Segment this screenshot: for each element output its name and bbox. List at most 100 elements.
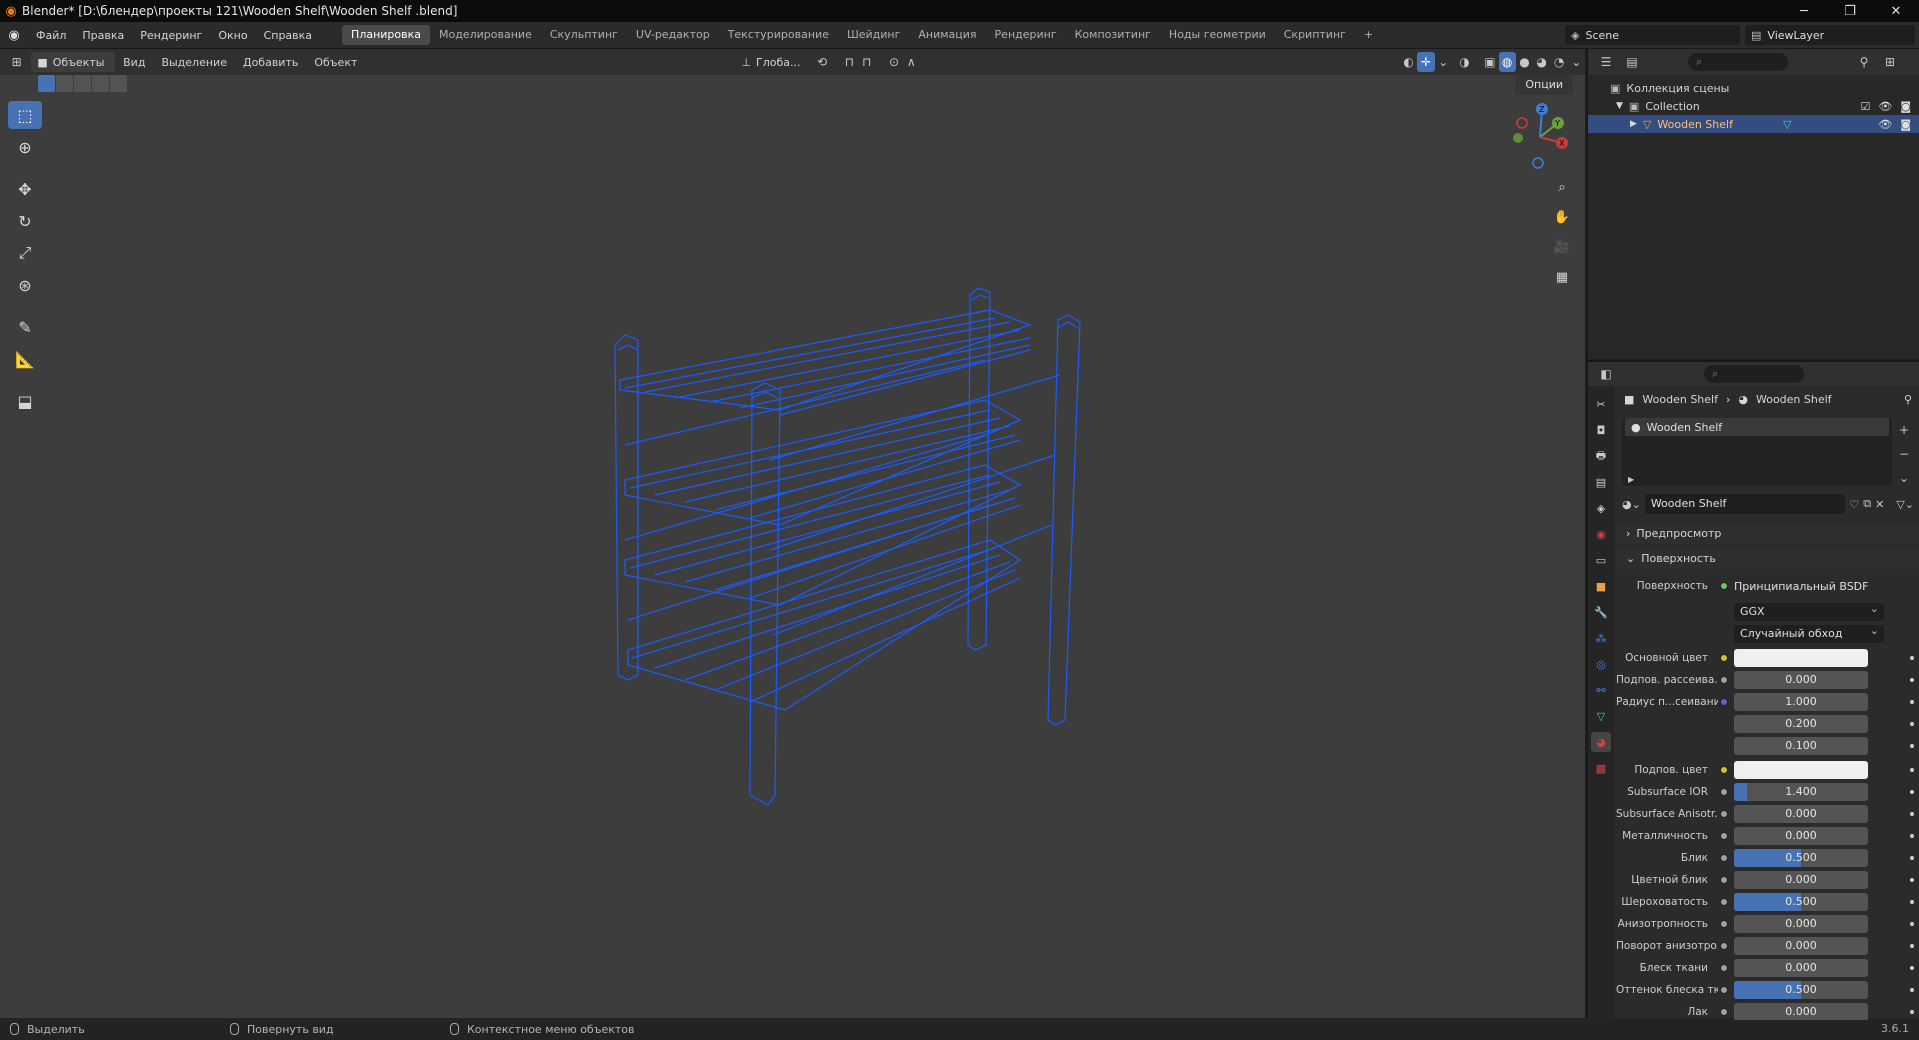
surface-panel-header[interactable]: ⌄ Поверхность [1616, 547, 1919, 569]
select-intersect-icon[interactable] [110, 75, 127, 92]
material-slot[interactable]: ● Wooden Shelf [1625, 418, 1889, 436]
input-socket-icon[interactable] [1720, 876, 1728, 884]
value-slider[interactable]: 0.200 [1734, 715, 1868, 733]
keyframe-dot-icon[interactable] [1910, 656, 1914, 660]
workspace-tab-modeling[interactable]: Моделирование [430, 25, 541, 45]
rotate-tool-icon[interactable]: ↻ [8, 207, 42, 235]
input-socket-icon[interactable] [1720, 920, 1728, 928]
workspace-tab-rendering[interactable]: Рендеринг [986, 25, 1066, 45]
rendered-shading-icon[interactable]: ◔ [1550, 52, 1567, 72]
value-slider[interactable]: 0.000 [1734, 959, 1868, 977]
perspective-grid-icon[interactable]: ▦ [1550, 265, 1574, 289]
input-socket-icon[interactable] [1720, 986, 1728, 994]
output-tab-icon[interactable]: 🖶 [1591, 446, 1611, 466]
menu-add[interactable]: Добавить [235, 56, 306, 69]
eye-icon[interactable]: 👁 [1878, 100, 1892, 113]
workspace-tab-layout[interactable]: Планировка [342, 25, 431, 45]
shader-socket-icon[interactable] [1720, 582, 1728, 590]
view-layer-tab-icon[interactable]: ▤ [1591, 472, 1611, 492]
workspace-tab-texture-paint[interactable]: Текстурирование [719, 25, 838, 45]
xray-toggle-icon[interactable]: ▣ [1481, 52, 1498, 72]
menu-render[interactable]: Рендеринг [132, 22, 210, 49]
input-socket-icon[interactable] [1720, 766, 1728, 774]
keyframe-dot-icon[interactable] [1910, 834, 1914, 838]
tree-scene-collection[interactable]: ▣ Коллекция сцены [1588, 79, 1919, 97]
keyframe-dot-icon[interactable] [1910, 944, 1914, 948]
add-workspace-button[interactable]: + [1355, 25, 1382, 45]
value-slider[interactable]: 0.000 [1734, 1003, 1868, 1020]
material-shading-icon[interactable]: ◕ [1533, 52, 1550, 72]
pan-hand-icon[interactable]: ✋ [1550, 205, 1574, 229]
color-swatch[interactable] [1734, 649, 1868, 667]
workspace-tab-shading[interactable]: Шейдинг [838, 25, 909, 45]
surface-shader-field[interactable]: Принципиальный BSDF [1734, 580, 1868, 593]
keyframe-dot-icon[interactable] [1910, 744, 1914, 748]
transform-orientation-selector[interactable]: ⊥ Глоба... [735, 52, 806, 72]
select-invert-icon[interactable] [92, 75, 109, 92]
navigation-gizmo[interactable]: Z Y X [1500, 95, 1580, 175]
object-tab-icon[interactable]: ■ [1591, 576, 1611, 596]
properties-search-input[interactable]: ⌕ [1704, 365, 1804, 383]
keyframe-dot-icon[interactable] [1910, 700, 1914, 704]
object-camera-icon[interactable]: ◙ [1900, 118, 1911, 131]
material-link-icon[interactable]: ▽⌄ [1896, 498, 1914, 511]
scale-tool-icon[interactable]: ⤢ [8, 239, 42, 267]
input-socket-icon[interactable] [1720, 942, 1728, 950]
preview-panel-header[interactable]: › Предпросмотр [1616, 522, 1919, 544]
transform-tool-icon[interactable]: ⊛ [8, 271, 42, 299]
input-socket-icon[interactable] [1720, 676, 1728, 684]
workspace-tab-animation[interactable]: Анимация [909, 25, 985, 45]
scene-selector[interactable]: ◈ Scene [1565, 25, 1740, 45]
falloff-icon[interactable]: ∧ [903, 52, 920, 72]
gizmo-toggle-icon[interactable]: ✛ [1417, 52, 1435, 72]
workspace-tab-geometry-nodes[interactable]: Ноды геометрии [1160, 25, 1275, 45]
measure-tool-icon[interactable]: 📐 [8, 345, 42, 373]
collapse-arrow-icon[interactable]: ▶ [1630, 119, 1637, 129]
shading-options-icon[interactable]: ⌄ [1568, 52, 1585, 72]
keyframe-dot-icon[interactable] [1910, 900, 1914, 904]
gizmo-neg-x-icon[interactable] [1516, 117, 1528, 129]
pivot-point-icon[interactable]: ⟲ [813, 52, 830, 72]
select-new-icon[interactable] [38, 75, 55, 92]
select-extend-icon[interactable] [56, 75, 73, 92]
keyframe-dot-icon[interactable] [1910, 988, 1914, 992]
menu-edit[interactable]: Правка [74, 22, 132, 49]
value-slider[interactable]: 0.000 [1734, 915, 1868, 933]
value-slider[interactable]: 0.000 [1734, 671, 1868, 689]
texture-tab-icon[interactable]: ▩ [1591, 758, 1611, 778]
proportional-edit-icon[interactable]: ⊙ [885, 52, 902, 72]
maximize-button[interactable]: ❐ [1827, 0, 1873, 22]
wireframe-shading-icon[interactable]: ◍ [1498, 52, 1516, 72]
close-button[interactable]: ✕ [1873, 0, 1919, 22]
gizmo-neg-y-icon[interactable] [1513, 133, 1523, 143]
menu-file[interactable]: Файл [28, 22, 74, 49]
color-swatch[interactable] [1734, 761, 1868, 779]
input-socket-icon[interactable] [1720, 788, 1728, 796]
input-socket-icon[interactable] [1720, 654, 1728, 662]
input-socket-icon[interactable] [1720, 832, 1728, 840]
value-slider[interactable]: 0.500 [1734, 849, 1868, 867]
visibility-filter-icon[interactable]: ◐ [1400, 52, 1417, 72]
value-slider[interactable]: 0.000 [1734, 805, 1868, 823]
material-slot-list[interactable]: ● Wooden Shelf ▶ [1622, 418, 1892, 486]
display-mode-icon[interactable]: ▤ [1622, 52, 1642, 72]
input-socket-icon[interactable] [1720, 898, 1728, 906]
menu-object[interactable]: Объект [306, 56, 365, 69]
material-browse-icon[interactable]: ◕⌄ [1622, 498, 1641, 511]
workspace-tab-compositing[interactable]: Композитинг [1066, 25, 1160, 45]
mesh-data-icon[interactable]: ▽ [1783, 118, 1791, 131]
camera-icon[interactable]: ◙ [1900, 100, 1911, 113]
material-name-field[interactable]: Wooden Shelf [1644, 494, 1846, 514]
physics-tab-icon[interactable]: ◎ [1591, 654, 1611, 674]
add-slot-button[interactable]: + [1894, 420, 1914, 440]
solid-shading-icon[interactable]: ● [1516, 52, 1533, 72]
keyframe-dot-icon[interactable] [1910, 790, 1914, 794]
pin-icon[interactable]: ⚲ [1904, 393, 1912, 406]
value-slider[interactable]: 0.000 [1734, 871, 1868, 889]
tree-collection[interactable]: ▼ ▣ Collection ☑ 👁 ◙ [1588, 97, 1919, 115]
value-slider[interactable]: 0.000 [1734, 937, 1868, 955]
keyframe-dot-icon[interactable] [1910, 922, 1914, 926]
particles-tab-icon[interactable]: ⁂ [1591, 628, 1611, 648]
mode-selector[interactable]: ■ Объекты [31, 52, 116, 72]
annotate-tool-icon[interactable]: ✎ [8, 313, 42, 341]
